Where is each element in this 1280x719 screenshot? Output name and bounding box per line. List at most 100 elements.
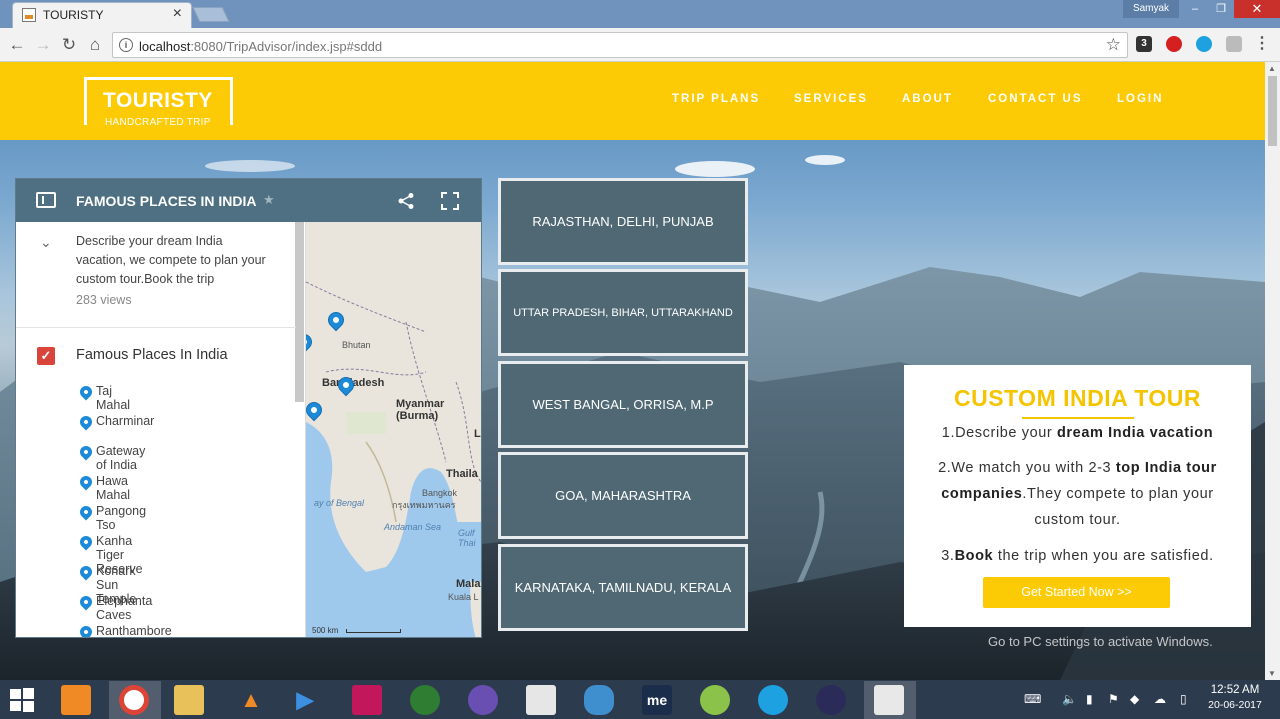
share-icon[interactable] <box>397 192 415 210</box>
torrent-icon[interactable] <box>468 685 498 715</box>
chrome-icon[interactable] <box>119 685 149 715</box>
scroll-down-icon[interactable]: ▼ <box>1268 669 1276 678</box>
map-pin-icon <box>77 533 95 551</box>
region-button-uttar-pradesh[interactable]: UTTAR PRADESH, BIHAR, UTTARAKHAND <box>498 269 748 356</box>
address-bar[interactable]: i localhost:8080/TripAdvisor/index.jsp#s… <box>112 32 1128 58</box>
site-favicon-icon <box>22 8 36 22</box>
file-manager-icon[interactable] <box>61 685 91 715</box>
scrollbar-thumb[interactable] <box>1268 76 1277 146</box>
collapse-chevron-icon[interactable]: ⌄ <box>40 234 52 251</box>
back-icon[interactable]: ← <box>6 34 28 56</box>
sidebar-scrollbar[interactable] <box>295 222 304 402</box>
layer-title: Famous Places In India <box>76 347 228 363</box>
maximize-button[interactable]: ❐ <box>1208 0 1234 18</box>
embedded-map[interactable]: FAMOUS PLACES IN INDIA ★ ⌄ Describe your… <box>15 178 482 638</box>
map-scale: 500 km <box>312 626 339 635</box>
forward-icon[interactable]: → <box>32 34 54 56</box>
minimize-button[interactable]: ‒ <box>1182 0 1208 18</box>
opera-extension-icon[interactable] <box>1166 36 1182 52</box>
watermark-title: Activate Windows <box>988 610 1123 629</box>
page-scrollbar[interactable]: ▲ ▼ <box>1265 62 1280 680</box>
logo-title: TOURISTY <box>103 89 213 112</box>
file-explorer-icon[interactable] <box>174 685 204 715</box>
browser-toolbar: ← → ↻ ⌂ i localhost:8080/TripAdvisor/ind… <box>0 28 1280 62</box>
tab-title: TOURISTY <box>43 8 104 22</box>
nav-services[interactable]: SERVICES <box>794 93 868 105</box>
profile-name[interactable]: Samyak <box>1123 0 1179 18</box>
fullscreen-icon[interactable] <box>441 192 459 210</box>
nav-login[interactable]: LOGIN <box>1117 93 1163 105</box>
signal-icon[interactable]: ▮ <box>1086 692 1093 706</box>
map-label-mala: Mala <box>456 578 481 590</box>
browser-tab[interactable]: TOURISTY × <box>12 2 192 28</box>
dolphin-app-icon[interactable] <box>584 685 614 715</box>
scroll-up-icon[interactable]: ▲ <box>1268 64 1276 73</box>
page-viewport: TOURISTY HANDCRAFTED TRIP TRIP PLANS SER… <box>0 62 1265 680</box>
step-1: 1.Describe your dream India vacation <box>941 425 1214 441</box>
download-manager-icon[interactable] <box>410 685 440 715</box>
region-button-goa[interactable]: GOA, MAHARASHTRA <box>498 452 748 539</box>
nav-contact-us[interactable]: CONTACT US <box>988 93 1083 105</box>
map-pin-icon <box>77 593 95 611</box>
region-button-rajasthan[interactable]: RAJASTHAN, DELHI, PUNJAB <box>498 178 748 265</box>
layer-checkbox[interactable]: ✓ <box>37 347 55 365</box>
map-label-thailand: Thaila <box>446 468 478 480</box>
custom-tour-card: CUSTOM INDIA TOUR 1.Describe your dream … <box>904 365 1251 627</box>
nav-about[interactable]: ABOUT <box>902 93 953 105</box>
volume-icon[interactable]: 🔈 <box>1062 692 1077 706</box>
skype-icon[interactable] <box>758 685 788 715</box>
network-icon[interactable]: ◆ <box>1130 692 1139 706</box>
nav-trip-plans[interactable]: TRIP PLANS <box>672 93 760 105</box>
battery-icon[interactable]: ▯ <box>1180 692 1187 706</box>
site-info-icon[interactable]: i <box>119 38 133 52</box>
step-2: 2.We match you with 2-3 top India tour c… <box>938 460 1217 528</box>
step-3: 3.Book the trip when you are satisfied. <box>941 548 1214 564</box>
cloud-icon[interactable]: ☁ <box>1154 692 1166 706</box>
media-player-icon[interactable]: ▶ <box>290 685 320 715</box>
chrome-menu-icon[interactable]: ⋮ <box>1254 36 1270 52</box>
region-button-karnataka[interactable]: KARNATAKA, TAMILNADU, KERALA <box>498 544 748 631</box>
map-description: Describe your dream India vacation, we c… <box>76 234 266 286</box>
eclipse-icon[interactable] <box>816 685 846 715</box>
map-pin-icon <box>77 563 95 581</box>
region-button-west-bengal[interactable]: WEST BANGAL, ORRISA, M.P <box>498 361 748 448</box>
reload-icon[interactable]: ↻ <box>58 34 80 56</box>
map-header: FAMOUS PLACES IN INDIA ★ <box>16 179 481 222</box>
close-window-button[interactable]: ✕ <box>1234 0 1280 18</box>
bookmark-star-icon[interactable]: ☆ <box>1106 35 1121 55</box>
clock-time: 12:52 AM <box>1210 684 1260 696</box>
map-label-bangkok: Bangkok <box>422 488 458 498</box>
browser-titlebar: TOURISTY × Samyak ‒ ❐ ✕ <box>0 0 1280 28</box>
home-icon[interactable]: ⌂ <box>84 34 106 56</box>
activate-windows-watermark: Activate Windows Go to PC settings to ac… <box>988 610 1213 649</box>
extension-badge-icon[interactable]: 3 <box>1136 36 1152 52</box>
map-canvas[interactable]: Bhutan Bangladesh Myanmar (Burma) Thaila… <box>306 222 481 637</box>
get-started-button[interactable]: Get Started Now >> <box>983 577 1170 608</box>
me-app-icon[interactable]: me <box>642 685 672 715</box>
notepad-icon[interactable] <box>526 685 556 715</box>
map-scale-bar <box>346 629 401 633</box>
flag-icon[interactable]: ⚑ <box>1108 692 1119 706</box>
tab-close-icon[interactable]: × <box>173 5 182 23</box>
java-icon[interactable] <box>874 685 904 715</box>
map-pin-icon <box>77 623 95 637</box>
new-tab-button[interactable] <box>192 7 230 22</box>
card-title: CUSTOM INDIA TOUR <box>953 385 1202 411</box>
toggle-sidebar-icon[interactable] <box>36 192 56 208</box>
map-label-bay-of-bengal: ay of Bengal <box>314 498 365 508</box>
map-label-myanmar: Myanmar (Burma) <box>396 398 445 422</box>
skype-extension-icon[interactable] <box>1196 36 1212 52</box>
star-icon[interactable]: ★ <box>263 192 275 208</box>
site-logo[interactable]: TOURISTY HANDCRAFTED TRIP <box>84 77 233 128</box>
vlc-icon[interactable]: ▲ <box>236 685 266 715</box>
screen-recorder-icon[interactable] <box>352 685 382 715</box>
map-label-l: L <box>474 428 481 440</box>
logo-subtitle: HANDCRAFTED TRIP <box>105 117 211 128</box>
green-app-icon[interactable] <box>700 685 730 715</box>
windows-start-icon[interactable] <box>10 688 34 712</box>
view-count: 283 views <box>76 293 132 307</box>
pdf-extension-icon[interactable] <box>1226 36 1242 52</box>
map-pin-icon <box>77 503 95 521</box>
keyboard-icon[interactable]: ⌨ <box>1024 692 1041 706</box>
system-clock[interactable]: 12:52 AM 20-06-2017 <box>1200 684 1270 711</box>
